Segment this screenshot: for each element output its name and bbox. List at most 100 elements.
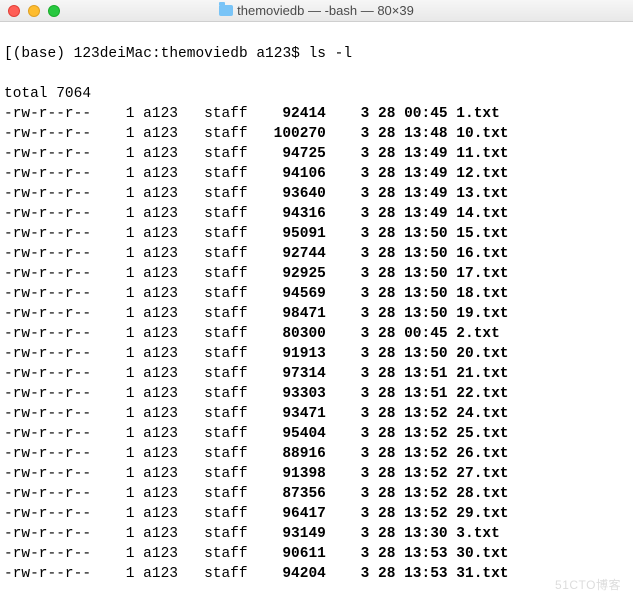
col-filename: 11.txt xyxy=(456,144,508,164)
col-time: 13:52 xyxy=(404,484,448,504)
table-row: -rw-r--r--1a123staff8891632813:5226.txt xyxy=(4,444,629,464)
col-filename: 22.txt xyxy=(456,384,508,404)
col-month: 3 xyxy=(343,124,369,144)
col-links: 1 xyxy=(117,344,134,364)
col-user: a123 xyxy=(143,104,187,124)
col-filename: 27.txt xyxy=(456,464,508,484)
col-day: 28 xyxy=(378,164,395,184)
col-month: 3 xyxy=(343,304,369,324)
col-permissions: -rw-r--r-- xyxy=(4,344,100,364)
table-row: -rw-r--r--1a123staff9139832813:5227.txt xyxy=(4,464,629,484)
col-permissions: -rw-r--r-- xyxy=(4,324,100,344)
col-filename: 31.txt xyxy=(456,564,508,584)
col-month: 3 xyxy=(343,324,369,344)
col-links: 1 xyxy=(117,564,134,584)
col-filename: 18.txt xyxy=(456,284,508,304)
col-permissions: -rw-r--r-- xyxy=(4,124,100,144)
col-size: 92414 xyxy=(265,104,326,124)
col-links: 1 xyxy=(117,264,134,284)
col-day: 28 xyxy=(378,284,395,304)
col-user: a123 xyxy=(143,344,187,364)
col-permissions: -rw-r--r-- xyxy=(4,204,100,224)
col-day: 28 xyxy=(378,304,395,324)
col-links: 1 xyxy=(117,164,134,184)
window-titlebar: themoviedb — -bash — 80×39 xyxy=(0,0,633,22)
col-filename: 15.txt xyxy=(456,224,508,244)
col-links: 1 xyxy=(117,224,134,244)
col-permissions: -rw-r--r-- xyxy=(4,464,100,484)
col-group: staff xyxy=(204,284,256,304)
col-size: 91913 xyxy=(265,344,326,364)
col-links: 1 xyxy=(117,404,134,424)
col-permissions: -rw-r--r-- xyxy=(4,444,100,464)
col-filename: 10.txt xyxy=(456,124,508,144)
col-month: 3 xyxy=(343,284,369,304)
col-user: a123 xyxy=(143,304,187,324)
col-links: 1 xyxy=(117,144,134,164)
table-row: -rw-r--r--1a123staff9061132813:5330.txt xyxy=(4,544,629,564)
col-filename: 19.txt xyxy=(456,304,508,324)
maximize-icon[interactable] xyxy=(48,5,60,17)
col-group: staff xyxy=(204,484,256,504)
col-user: a123 xyxy=(143,284,187,304)
col-filename: 28.txt xyxy=(456,484,508,504)
col-filename: 3.txt xyxy=(456,524,500,544)
col-permissions: -rw-r--r-- xyxy=(4,544,100,564)
col-filename: 20.txt xyxy=(456,344,508,364)
col-time: 13:53 xyxy=(404,544,448,564)
col-links: 1 xyxy=(117,124,134,144)
col-day: 28 xyxy=(378,364,395,384)
col-time: 13:50 xyxy=(404,304,448,324)
table-row: -rw-r--r--1a123staff9274432813:5016.txt xyxy=(4,244,629,264)
col-day: 28 xyxy=(378,184,395,204)
col-day: 28 xyxy=(378,104,395,124)
col-group: staff xyxy=(204,324,256,344)
col-user: a123 xyxy=(143,204,187,224)
col-filename: 21.txt xyxy=(456,364,508,384)
col-time: 13:30 xyxy=(404,524,448,544)
col-size: 95404 xyxy=(265,424,326,444)
col-user: a123 xyxy=(143,164,187,184)
col-day: 28 xyxy=(378,404,395,424)
table-row: -rw-r--r--1a123staff9731432813:5121.txt xyxy=(4,364,629,384)
col-user: a123 xyxy=(143,364,187,384)
close-icon[interactable] xyxy=(8,5,20,17)
table-row: -rw-r--r--1a123staff9509132813:5015.txt xyxy=(4,224,629,244)
table-row: -rw-r--r--1a123staff9456932813:5018.txt xyxy=(4,284,629,304)
table-row: -rw-r--r--1a123staff9431632813:4914.txt xyxy=(4,204,629,224)
col-group: staff xyxy=(204,304,256,324)
col-permissions: -rw-r--r-- xyxy=(4,104,100,124)
col-month: 3 xyxy=(343,244,369,264)
prompt-env: (base) xyxy=(13,46,65,62)
col-group: staff xyxy=(204,404,256,424)
col-month: 3 xyxy=(343,464,369,484)
col-group: staff xyxy=(204,124,256,144)
col-time: 13:52 xyxy=(404,504,448,524)
col-links: 1 xyxy=(117,444,134,464)
col-permissions: -rw-r--r-- xyxy=(4,244,100,264)
col-day: 28 xyxy=(378,444,395,464)
col-links: 1 xyxy=(117,104,134,124)
col-links: 1 xyxy=(117,304,134,324)
col-time: 13:50 xyxy=(404,344,448,364)
col-user: a123 xyxy=(143,244,187,264)
terminal-output[interactable]: [(base) 123deiMac:themoviedb a123$ ls -l… xyxy=(0,22,633,584)
col-group: staff xyxy=(204,164,256,184)
col-time: 13:53 xyxy=(404,564,448,584)
col-time: 13:49 xyxy=(404,164,448,184)
col-group: staff xyxy=(204,244,256,264)
col-group: staff xyxy=(204,224,256,244)
col-size: 80300 xyxy=(265,324,326,344)
col-time: 13:49 xyxy=(404,144,448,164)
col-links: 1 xyxy=(117,484,134,504)
col-links: 1 xyxy=(117,464,134,484)
minimize-icon[interactable] xyxy=(28,5,40,17)
prompt-command: ls -l xyxy=(309,46,353,62)
watermark: 51CTO博客 xyxy=(555,576,621,593)
col-filename: 1.txt xyxy=(456,104,500,124)
col-group: staff xyxy=(204,344,256,364)
col-size: 87356 xyxy=(265,484,326,504)
col-permissions: -rw-r--r-- xyxy=(4,484,100,504)
col-size: 98471 xyxy=(265,304,326,324)
col-user: a123 xyxy=(143,544,187,564)
